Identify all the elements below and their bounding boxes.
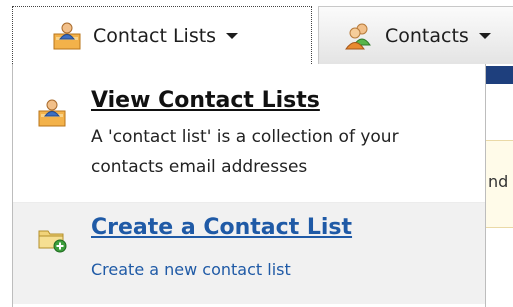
- tab-contact-lists-label: Contact Lists: [93, 24, 217, 47]
- chevron-down-icon: [478, 32, 491, 39]
- screen: nd Contacts Contact Lists View Contact L…: [0, 0, 513, 307]
- tab-contacts[interactable]: Contacts: [318, 6, 513, 64]
- folder-add-icon: [38, 230, 67, 253]
- view-contact-lists-link[interactable]: View Contact Lists: [91, 88, 320, 113]
- menu-item-create-contact-list[interactable]: Create a Contact List Create a new conta…: [13, 202, 485, 304]
- contact-list-icon: [38, 99, 66, 127]
- view-contact-lists-description: A 'contact list' is a collection of your…: [91, 127, 399, 177]
- background-partial-text: nd: [488, 172, 509, 191]
- contact-lists-dropdown-menu: View Contact Lists A 'contact list' is a…: [12, 64, 486, 307]
- create-contact-list-description[interactable]: Create a new contact list: [91, 255, 471, 285]
- tab-contact-lists[interactable]: Contact Lists: [12, 6, 312, 64]
- nav-bar-strip: [485, 66, 513, 84]
- contacts-icon: [345, 23, 371, 49]
- chevron-down-icon: [226, 32, 239, 39]
- tab-contacts-label: Contacts: [385, 24, 469, 47]
- create-contact-list-link[interactable]: Create a Contact List: [91, 215, 352, 240]
- contact-list-icon: [53, 22, 81, 49]
- menu-item-view-contact-lists[interactable]: View Contact Lists A 'contact list' is a…: [13, 76, 485, 202]
